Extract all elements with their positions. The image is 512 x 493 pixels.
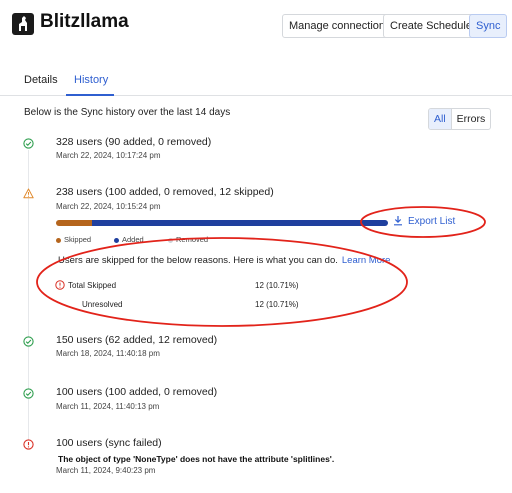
total-skipped-value: 12 (10.71%) [255,281,299,290]
sync-entry-date: March 18, 2024, 11:40:18 pm [56,349,160,358]
history-intro-text: Below is the Sync history over the last … [24,107,231,118]
sync-error-message: The object of type 'NoneType' does not h… [58,454,335,464]
sync-entry-title: 328 users (90 added, 0 removed) [56,136,212,148]
sync-entry-date: March 22, 2024, 10:17:24 pm [56,151,161,160]
sync-entry-date: March 22, 2024, 10:15:24 pm [56,202,161,211]
progress-skipped-segment [56,220,92,226]
success-check-icon [23,336,34,347]
tab-details[interactable]: Details [24,74,58,86]
skipped-dot-icon [56,237,61,243]
tab-history[interactable]: History [74,74,108,86]
export-list-link[interactable]: Export List [393,215,455,227]
tab-bar: Details History [0,70,512,96]
success-check-icon [23,138,34,149]
sync-entry-date: March 11, 2024, 9:40:23 pm [56,466,156,475]
legend-added: Added [114,235,144,244]
blitzllama-logo-icon [12,13,34,35]
app-title: Blitzllama [40,11,129,32]
legend-removed: Removed [168,235,208,244]
unresolved-label: Unresolved [82,300,123,309]
sync-entry-date: March 11, 2024, 11:40:13 pm [56,402,160,411]
filter-errors-button[interactable]: Errors [452,109,491,129]
total-skipped-label: Total Skipped [68,281,117,290]
progress-added-segment [91,220,388,226]
alert-circle-icon [55,280,65,290]
sync-entry-title: 150 users (62 added, 12 removed) [56,334,218,346]
warning-triangle-icon [23,188,34,199]
create-schedule-button[interactable]: Create Schedule [383,14,479,38]
sync-button[interactable]: Sync [469,14,508,38]
manage-connection-button[interactable]: Manage connection [282,14,393,38]
app-header: Blitzllama Manage connection Create Sche… [0,0,512,52]
sync-entry-title: 238 users (100 added, 0 removed, 12 skip… [56,186,274,198]
learn-more-link[interactable]: Learn More [342,255,391,266]
added-dot-icon [114,237,119,243]
legend-skipped: Skipped [56,235,91,244]
history-filter-toggle: All Errors [428,108,492,130]
unresolved-value: 12 (10.71%) [255,300,299,309]
filter-all-button[interactable]: All [429,109,452,129]
sync-entry-title: 100 users (sync failed) [56,437,162,449]
active-tab-indicator [66,94,114,96]
sync-entry-title: 100 users (100 added, 0 removed) [56,386,218,398]
sync-progress-bar [56,220,388,226]
removed-dot-icon [168,237,173,243]
success-check-icon [23,388,34,399]
skip-reasons-text: Users are skipped for the below reasons.… [58,255,391,266]
download-icon [394,216,402,226]
error-alert-icon [23,439,34,450]
